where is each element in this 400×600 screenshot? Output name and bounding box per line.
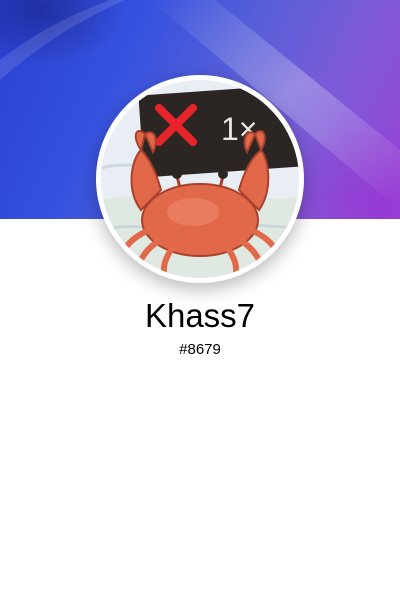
username: Khass7 [144, 297, 256, 334]
crab-holding-sign-icon: 1× [101, 80, 299, 278]
discriminator-tag: #8679 [179, 341, 221, 358]
avatar-ring[interactable]: 1× [96, 75, 304, 283]
profile-card: 1× Khass7 #8679 [0, 0, 400, 600]
avatar[interactable]: 1× [101, 80, 299, 278]
